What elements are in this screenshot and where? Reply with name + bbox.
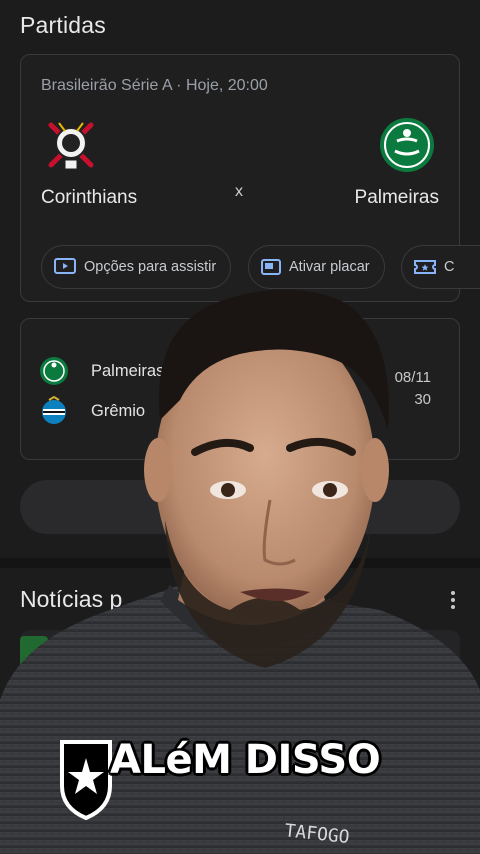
away-team-name: Palmeiras <box>354 187 439 208</box>
see-more-button[interactable] <box>20 480 460 534</box>
next-match-time: 30 <box>414 391 431 408</box>
next-match-card[interactable]: Palmeiras Grêmio 08/11 30 <box>20 318 460 460</box>
tv-play-icon <box>54 258 76 274</box>
botafogo-badge-icon <box>60 740 112 820</box>
next-match-datetime: 08/11 30 <box>395 367 431 411</box>
corinthians-crest-icon <box>48 122 94 170</box>
watch-options-chip[interactable]: Opções para assistir <box>41 245 232 289</box>
home-team-name: Corinthians <box>41 187 138 208</box>
section-title-news: Notícias p <box>20 586 123 612</box>
ticket-icon <box>414 260 436 274</box>
watch-options-label: Opções para assistir <box>84 259 217 275</box>
activate-score-label: Ativar placar <box>289 259 370 275</box>
next-match-home-row: Palmeiras <box>39 356 164 386</box>
next-match-away-team: Grêmio <box>91 401 146 420</box>
scoreboard-icon <box>261 259 281 275</box>
tickets-chip[interactable]: C <box>401 245 480 289</box>
next-match-date: 08/11 <box>394 369 431 386</box>
featured-match-card[interactable]: Brasileirão Série A · Hoje, 20:00 Corint… <box>20 54 480 302</box>
video-caption: ALéM DISSO <box>110 737 381 783</box>
news-thumbnail <box>20 636 48 686</box>
league-time: Brasileirão Série A · Hoje, 20:00 <box>41 77 268 94</box>
palmeiras-crest-icon <box>380 118 434 172</box>
tickets-label: C <box>444 259 455 275</box>
more-options-icon[interactable] <box>448 589 458 611</box>
section-divider <box>0 558 480 568</box>
screen: Partidas Brasileirão Série A · Hoje, 20:… <box>0 0 480 854</box>
palmeiras-crest-icon <box>40 357 68 385</box>
activate-score-chip[interactable]: Ativar placar <box>248 245 385 289</box>
next-match-away-row: Grêmio <box>39 396 145 426</box>
versus-label: x <box>235 183 243 200</box>
section-title-partidas: Partidas <box>20 12 106 38</box>
next-match-home-team: Palmeiras <box>91 361 165 380</box>
gremio-crest-icon <box>42 396 66 424</box>
